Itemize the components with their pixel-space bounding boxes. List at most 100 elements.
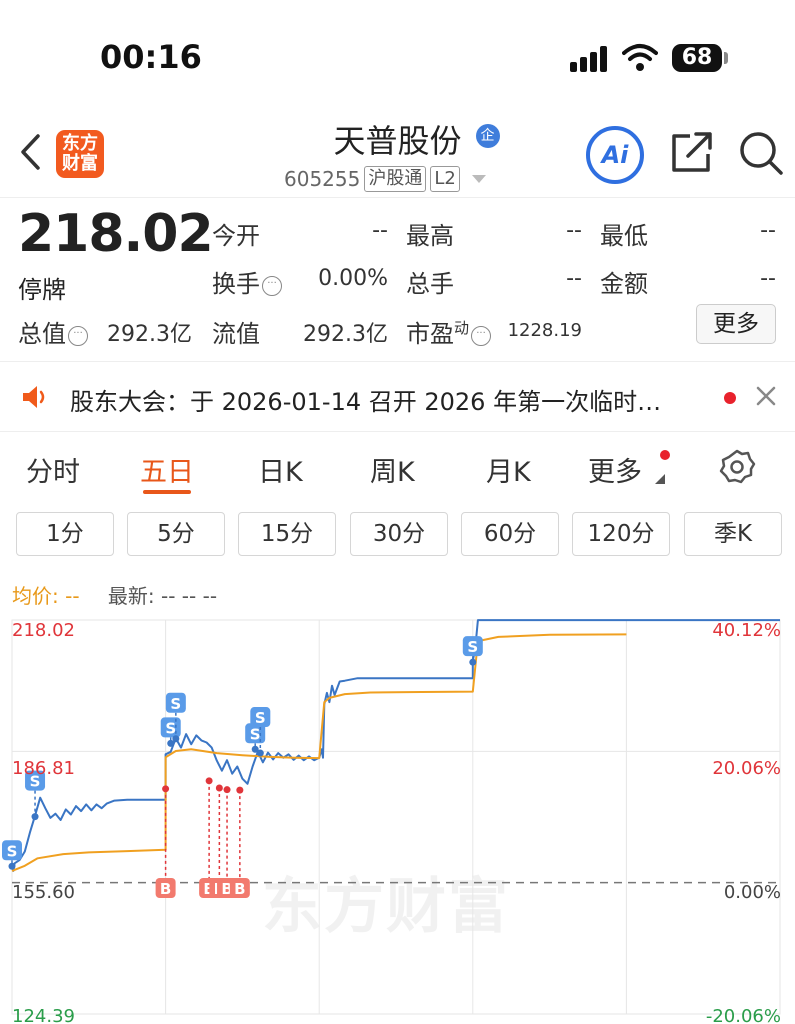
pct-label-top: 40.12% <box>712 620 781 641</box>
pct-label-bottom: -20.06% <box>705 1006 781 1024</box>
pe-superscript: 动 <box>454 319 470 337</box>
notice-text[interactable]: 股东大会：于 2026-01-14 召开 2026 年第一次临时… <box>70 382 661 417</box>
sell-marker-label: S <box>250 725 261 743</box>
mktcap-label-text: 总值 <box>18 320 66 348</box>
quote-panel: 218.02 停牌 今开 -- 最高 -- 最低 -- 换手 ··· 0.00% … <box>0 198 795 362</box>
turnover-value: 0.00% <box>318 266 388 291</box>
turnover-info-icon[interactable]: ··· <box>262 276 282 296</box>
high-label: 最高 <box>406 222 454 250</box>
speaker-icon <box>23 386 45 408</box>
pe-label-text: 市盈 <box>406 320 454 348</box>
turnover-label-text: 换手 <box>212 270 260 298</box>
tab-five-day[interactable]: 五日 <box>140 450 194 489</box>
interval-120min[interactable]: 120分 <box>572 512 670 556</box>
float-value: 292.3亿 <box>303 322 388 347</box>
pe-value: 1228.19 <box>507 320 582 341</box>
amount-value: -- <box>760 266 776 291</box>
price-line <box>11 619 780 872</box>
pe-label: 市盈动 ··· <box>406 314 492 349</box>
five-day-chart[interactable]: 东方财富 BBBBBSSSSSSS 218.02 186.81 155.60 1… <box>0 610 795 1024</box>
pct-label-upper: 20.06% <box>712 758 781 779</box>
sell-marker-label: S <box>7 842 18 860</box>
avg-price-label: 均价: <box>12 584 59 608</box>
mktcap-value: 292.3亿 <box>107 322 192 347</box>
level-tag: L2 <box>430 166 460 192</box>
chart-legend: 均价: -- 最新: -- -- -- <box>12 580 217 609</box>
buy-point <box>215 784 223 792</box>
sell-marker-label: S <box>467 638 478 656</box>
battery-tip <box>724 52 728 64</box>
tab-weekly-k[interactable]: 周K <box>370 450 415 489</box>
price-label-upper: 186.81 <box>12 758 75 779</box>
wifi-icon <box>622 44 658 71</box>
price-label-bottom: 124.39 <box>12 1006 75 1024</box>
stock-code-line[interactable]: 605255 沪股通 L2 <box>284 166 486 192</box>
cellular-signal-icon <box>570 46 610 72</box>
open-value: -- <box>372 218 388 243</box>
stock-header: 东方 财富 天普股份 企 605255 沪股通 L2 Ai <box>0 110 795 198</box>
tab-daily-k[interactable]: 日K <box>258 450 303 489</box>
amount-label: 金额 <box>600 270 648 298</box>
high-value: -- <box>566 218 582 243</box>
turnover-label: 换手 ··· <box>212 264 282 299</box>
price-label-top: 218.02 <box>12 620 75 641</box>
current-price: 218.02 <box>18 204 214 264</box>
sell-marker-label: S <box>165 719 176 737</box>
interval-5min[interactable]: 5分 <box>127 512 225 556</box>
buy-point <box>162 785 170 793</box>
tab-more-red-dot <box>660 450 670 460</box>
status-bar: 00:16 68 <box>0 0 795 110</box>
enterprise-badge: 企 <box>475 124 500 148</box>
latest-price-label: 最新: <box>107 584 155 608</box>
close-icon[interactable] <box>754 384 778 408</box>
interval-30min[interactable]: 30分 <box>350 512 448 556</box>
dropdown-triangle-icon[interactable] <box>471 175 486 183</box>
sell-point <box>256 749 264 757</box>
chart-canvas[interactable]: BBBBBSSSSSSS <box>0 610 795 1024</box>
settings-gear-icon[interactable] <box>718 448 756 486</box>
notice-unread-dot <box>724 392 736 404</box>
interval-quarter-k[interactable]: 季K <box>684 512 782 556</box>
interval-60min[interactable]: 60分 <box>461 512 559 556</box>
pe-info-icon[interactable]: ··· <box>471 326 492 346</box>
volume-label: 总手 <box>406 270 454 298</box>
active-tab-indicator <box>143 490 191 494</box>
stock-code: 605255 <box>284 167 361 191</box>
sell-point <box>469 658 477 666</box>
price-label-base: 155.60 <box>12 882 75 903</box>
tab-more-corner-icon <box>655 474 665 484</box>
interval-1min[interactable]: 1分 <box>16 512 114 556</box>
pct-label-base: 0.00% <box>723 882 781 903</box>
interval-15min[interactable]: 15分 <box>238 512 336 556</box>
low-value: -- <box>760 218 776 243</box>
search-icon[interactable] <box>738 130 784 176</box>
ai-assistant-button[interactable]: Ai <box>586 126 644 184</box>
buy-point <box>205 777 213 785</box>
latest-price-value: -- -- -- <box>161 584 218 608</box>
share-icon[interactable] <box>670 130 714 174</box>
buy-marker-label: B <box>160 880 171 898</box>
buy-marker-label: B <box>234 880 245 898</box>
tab-intraday[interactable]: 分时 <box>26 450 80 489</box>
mktcap-info-icon[interactable]: ··· <box>68 326 88 346</box>
status-time: 00:16 <box>100 38 202 76</box>
sell-point <box>172 735 180 743</box>
interval-buttons: 1分 5分 15分 30分 60分 120分 季K <box>0 510 795 560</box>
tab-more[interactable]: 更多 <box>588 450 642 489</box>
market-tag: 沪股通 <box>364 166 427 192</box>
battery-indicator: 68 <box>672 44 722 72</box>
low-label: 最低 <box>600 222 648 250</box>
sell-point <box>8 862 16 870</box>
volume-value: -- <box>566 266 582 291</box>
notice-bar[interactable]: 股东大会：于 2026-01-14 召开 2026 年第一次临时… <box>0 362 795 432</box>
sell-marker-label: S <box>170 695 181 713</box>
open-label: 今开 <box>212 222 260 250</box>
buy-point <box>223 786 231 794</box>
float-label: 流值 <box>212 320 260 348</box>
avg-price-value: -- <box>65 584 80 608</box>
more-quote-button[interactable]: 更多 <box>696 304 776 344</box>
sell-point <box>31 813 39 821</box>
trading-status: 停牌 <box>18 276 66 304</box>
tab-monthly-k[interactable]: 月K <box>486 450 531 489</box>
sell-marker-label: S <box>255 709 266 727</box>
